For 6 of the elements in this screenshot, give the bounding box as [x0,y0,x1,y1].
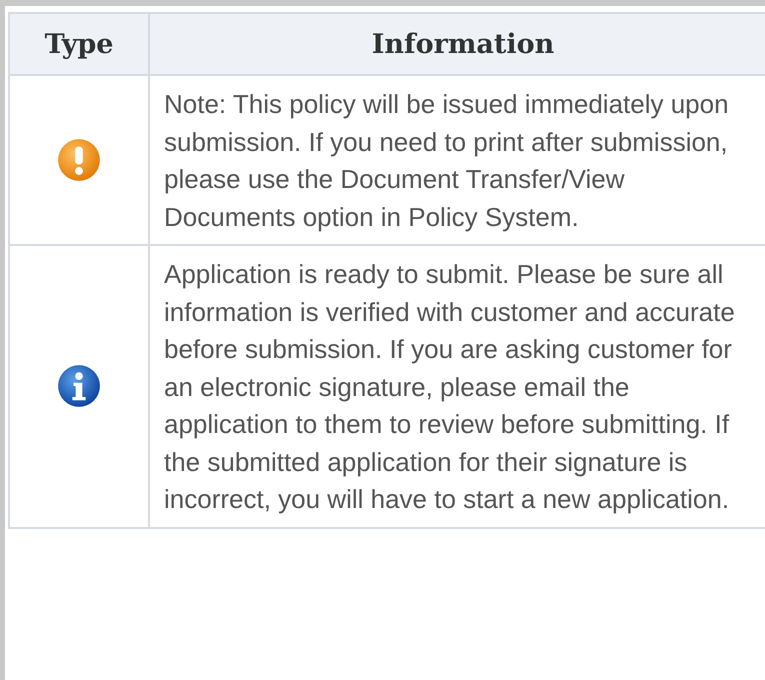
message-text: Application is ready to submit. Please be sure all information is verified with customer and accurate before submission. If you are asking customer for an electronic signature, please email the application to them to review before submitting. If the submitted application for their signature is incorrect, you will have to start a new application. [164,258,736,516]
warning-icon [57,138,101,182]
info-icon [57,364,101,408]
column-header: Information [149,13,765,75]
message-text: Note: This policy will be issued immediately upon submission. If you need to print after submission, please use the Document Transfer/View Documents option in Policy System. [164,88,730,234]
column-header: Type [9,13,149,75]
